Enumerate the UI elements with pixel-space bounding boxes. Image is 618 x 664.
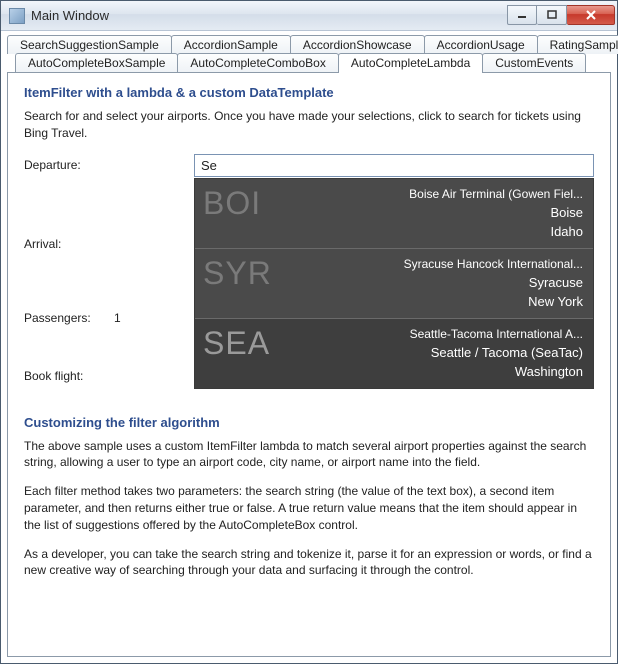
section-heading-2: Customizing the filter algorithm	[24, 415, 594, 430]
maximize-icon	[547, 10, 557, 20]
airport-city: Boise	[293, 203, 583, 223]
tabstrip: SearchSuggestionSample AccordionSample A…	[7, 35, 611, 72]
airport-city: Seattle / Tacoma (SeaTac)	[293, 343, 583, 363]
suggestion-item[interactable]: BOI Boise Air Terminal (Gowen Fiel... Bo…	[195, 179, 593, 249]
airport-region: Washington	[293, 362, 583, 382]
maximize-button[interactable]	[537, 5, 567, 25]
airport-region: Idaho	[293, 222, 583, 242]
airport-code: SYR	[203, 255, 293, 312]
tab-autocomplete-box-sample[interactable]: AutoCompleteBoxSample	[15, 53, 178, 73]
passengers-label: Passengers:	[24, 307, 194, 325]
intro-text: Search for and select your airports. Onc…	[24, 108, 594, 142]
para-2: Each filter method takes two parameters:…	[24, 483, 594, 533]
tab-accordion-sample[interactable]: AccordionSample	[171, 35, 291, 54]
airport-code: BOI	[203, 185, 293, 242]
close-icon	[585, 10, 597, 20]
tab-content: ItemFilter with a lambda & a custom Data…	[7, 72, 611, 657]
tab-accordion-showcase[interactable]: AccordionShowcase	[290, 35, 425, 54]
window-title: Main Window	[31, 8, 507, 23]
tab-autocomplete-combobox[interactable]: AutoCompleteComboBox	[177, 53, 338, 73]
main-window: Main Window SearchSuggestionSample Accor…	[0, 0, 618, 664]
tab-search-suggestion-sample[interactable]: SearchSuggestionSample	[7, 35, 172, 54]
passengers-value: 1	[114, 307, 121, 325]
client-area: SearchSuggestionSample AccordionSample A…	[1, 31, 617, 663]
airport-region: New York	[293, 292, 583, 312]
departure-input[interactable]	[194, 154, 594, 177]
departure-label: Departure:	[24, 154, 194, 172]
page-heading: ItemFilter with a lambda & a custom Data…	[24, 85, 594, 100]
minimize-button[interactable]	[507, 5, 537, 25]
tab-accordion-usage[interactable]: AccordionUsage	[424, 35, 538, 54]
tab-autocomplete-lambda[interactable]: AutoCompleteLambda	[338, 53, 483, 73]
para-1: The above sample uses a custom ItemFilte…	[24, 438, 594, 472]
suggestion-item[interactable]: SEA Seattle-Tacoma International A... Se…	[195, 319, 593, 388]
airport-name: Boise Air Terminal (Gowen Fiel...	[293, 185, 583, 203]
tab-rating-sample[interactable]: RatingSample	[537, 35, 618, 54]
app-icon	[9, 8, 25, 24]
airport-code: SEA	[203, 325, 293, 382]
minimize-icon	[517, 10, 527, 20]
arrival-label: Arrival:	[24, 233, 194, 251]
window-buttons	[507, 6, 615, 25]
airport-city: Syracuse	[293, 273, 583, 293]
airport-name: Syracuse Hancock International...	[293, 255, 583, 273]
para-3: As a developer, you can take the search …	[24, 546, 594, 580]
book-flight-label: Book flight:	[24, 365, 194, 383]
close-button[interactable]	[567, 5, 615, 25]
suggestion-item[interactable]: SYR Syracuse Hancock International... Sy…	[195, 249, 593, 319]
autocomplete-dropdown: BOI Boise Air Terminal (Gowen Fiel... Bo…	[194, 178, 594, 389]
tab-custom-events[interactable]: CustomEvents	[482, 53, 586, 73]
titlebar[interactable]: Main Window	[1, 1, 617, 31]
airport-name: Seattle-Tacoma International A...	[293, 325, 583, 343]
